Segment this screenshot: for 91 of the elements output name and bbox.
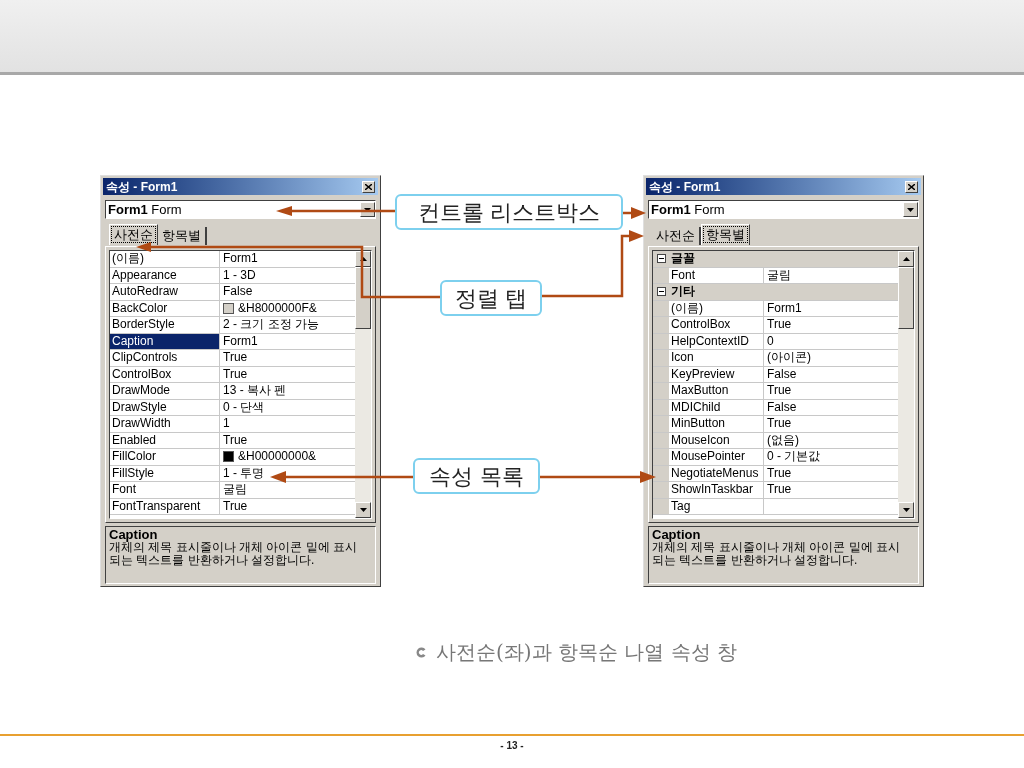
property-value[interactable]: Form1 xyxy=(223,251,258,267)
property-value[interactable]: False xyxy=(223,284,253,300)
property-name[interactable]: Icon xyxy=(669,350,764,366)
property-name[interactable]: MDIChild xyxy=(669,399,764,415)
scroll-up-icon[interactable] xyxy=(898,251,914,267)
window-title: 속성 - Form1 xyxy=(106,178,178,196)
property-value[interactable]: 굴림 xyxy=(223,482,247,498)
pointer-arrow xyxy=(623,207,646,219)
property-name[interactable]: Enabled xyxy=(110,432,220,448)
property-value[interactable]: True xyxy=(767,383,792,399)
callout-label: 속성 목록 xyxy=(413,458,540,494)
property-name[interactable]: ClipControls xyxy=(110,350,220,366)
property-value[interactable]: True xyxy=(767,465,792,481)
object-name: Form1 xyxy=(108,201,148,217)
object-dropdown[interactable]: Form1 Form xyxy=(105,200,376,219)
property-name[interactable]: DrawMode xyxy=(110,383,220,399)
property-value[interactable]: True xyxy=(223,432,248,448)
property-value[interactable]: True xyxy=(767,482,792,498)
description-text: 개체의 제목 표시줄이나 개체 아이콘 밑에 표시되는 텍스트를 반환하거나 설정합니다. xyxy=(109,541,358,567)
description-title: Caption xyxy=(652,528,702,541)
property-value[interactable]: 1 - 3D xyxy=(223,267,256,283)
property-name[interactable]: Font xyxy=(110,482,220,498)
dropdown-caret-icon[interactable] xyxy=(903,202,918,217)
scroll-down-icon[interactable] xyxy=(898,502,914,518)
property-value[interactable]: True xyxy=(767,317,792,333)
scroll-down-icon[interactable] xyxy=(355,502,371,518)
property-name[interactable]: FillStyle xyxy=(110,465,220,481)
property-value[interactable]: False xyxy=(767,366,797,382)
close-icon[interactable] xyxy=(362,180,375,193)
property-value[interactable]: 굴림 xyxy=(767,267,791,283)
property-value[interactable]: (아이콘) xyxy=(767,350,811,366)
property-name[interactable]: MouseIcon xyxy=(669,432,764,448)
description-text: 개체의 제목 표시줄이나 개체 아이콘 밑에 표시되는 텍스트를 반환하거나 설정합니다. xyxy=(652,541,901,567)
property-value[interactable]: False xyxy=(767,399,797,415)
tab[interactable]: 항목별 xyxy=(701,224,750,245)
property-value[interactable]: 0 - 기본값 xyxy=(767,449,821,465)
tab[interactable]: 항목별 xyxy=(158,227,207,245)
callout-label: 정렬 탭 xyxy=(440,280,542,316)
category-name[interactable]: 글꼴 xyxy=(669,251,898,267)
property-name[interactable]: KeyPreview xyxy=(669,366,764,382)
property-value[interactable]: 2 - 크기 조정 가능 xyxy=(223,317,319,333)
scrollbar[interactable] xyxy=(355,251,371,518)
description-title: Caption xyxy=(109,528,159,541)
property-name[interactable]: NegotiateMenus xyxy=(669,465,764,481)
window-title: 속성 - Form1 xyxy=(649,178,721,196)
scroll-thumb[interactable] xyxy=(355,267,371,329)
property-name[interactable]: (이름) xyxy=(669,300,764,316)
property-name[interactable]: Appearance xyxy=(110,267,220,283)
close-icon[interactable] xyxy=(905,180,918,193)
property-name[interactable]: ControlBox xyxy=(669,317,764,333)
property-name[interactable]: ShowInTaskbar xyxy=(669,482,764,498)
scrollbar[interactable] xyxy=(898,251,914,518)
property-name[interactable]: AutoRedraw xyxy=(110,284,220,300)
property-value[interactable]: 1 - 투명 xyxy=(223,465,265,481)
property-value[interactable]: True xyxy=(223,498,248,514)
property-value[interactable]: 0 xyxy=(767,333,774,349)
property-value[interactable]: (없음) xyxy=(767,432,799,448)
property-name[interactable]: DrawStyle xyxy=(110,399,220,415)
category-name[interactable]: 기타 xyxy=(669,284,898,300)
property-name[interactable]: FontTransparent xyxy=(110,498,220,514)
object-type: Form xyxy=(151,201,182,217)
property-value[interactable]: True xyxy=(223,366,248,382)
figure-caption: 사전순(좌)과 항목순 나열 속성 창 xyxy=(436,639,738,666)
property-name[interactable]: Font xyxy=(669,267,764,283)
callout-label: 컨트롤 리스트박스 xyxy=(395,194,623,230)
property-value[interactable]: &H00000000& xyxy=(238,449,317,465)
property-value[interactable]: 0 - 단색 xyxy=(223,399,265,415)
property-value[interactable]: True xyxy=(767,416,792,432)
property-name[interactable]: MinButton xyxy=(669,416,764,432)
object-name: Form1 xyxy=(651,201,691,217)
property-value[interactable]: Form1 xyxy=(767,300,802,316)
property-name[interactable]: HelpContextID xyxy=(669,333,764,349)
property-name[interactable]: FillColor xyxy=(110,449,220,465)
property-name[interactable]: MousePointer xyxy=(669,449,764,465)
object-type: Form xyxy=(694,201,725,217)
property-name[interactable]: BackColor xyxy=(110,300,220,316)
property-value[interactable]: &H8000000F& xyxy=(238,300,317,316)
scroll-thumb[interactable] xyxy=(898,267,914,329)
property-name[interactable]: BorderStyle xyxy=(110,317,220,333)
page-number: - 13 - xyxy=(500,739,524,753)
property-name[interactable]: MaxButton xyxy=(669,383,764,399)
object-dropdown[interactable]: Form1 Form xyxy=(648,200,919,219)
property-value[interactable]: True xyxy=(223,350,248,366)
bullet-icon xyxy=(415,645,428,659)
property-value[interactable]: 1 xyxy=(223,416,230,432)
tab[interactable]: 사전순 xyxy=(109,224,158,245)
property-name[interactable]: DrawWidth xyxy=(110,416,220,432)
property-value[interactable]: 13 - 복사 펜 xyxy=(223,383,287,399)
property-value[interactable]: Form1 xyxy=(223,333,258,349)
property-name[interactable]: Tag xyxy=(669,498,764,514)
property-name[interactable]: ControlBox xyxy=(110,366,220,382)
